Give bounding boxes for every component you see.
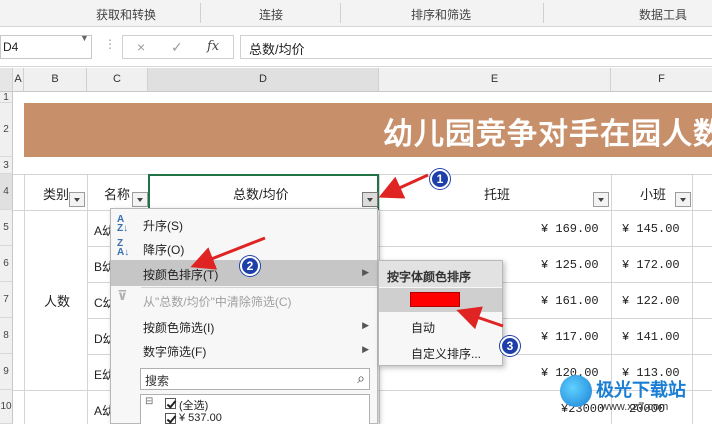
annotation-badge-3: 3 xyxy=(500,336,520,356)
annotation-arrow-3 xyxy=(456,306,504,330)
annotation-badge-1: 1 xyxy=(430,169,450,189)
watermark-text: 极光下载站 xyxy=(596,380,686,400)
annotation-badge-2: 2 xyxy=(240,256,260,276)
annotation-arrows xyxy=(190,173,504,330)
watermark-logo-icon xyxy=(560,375,592,407)
annotation-arrow-1 xyxy=(378,173,429,199)
watermark-url: www.xz7.com xyxy=(601,401,669,413)
